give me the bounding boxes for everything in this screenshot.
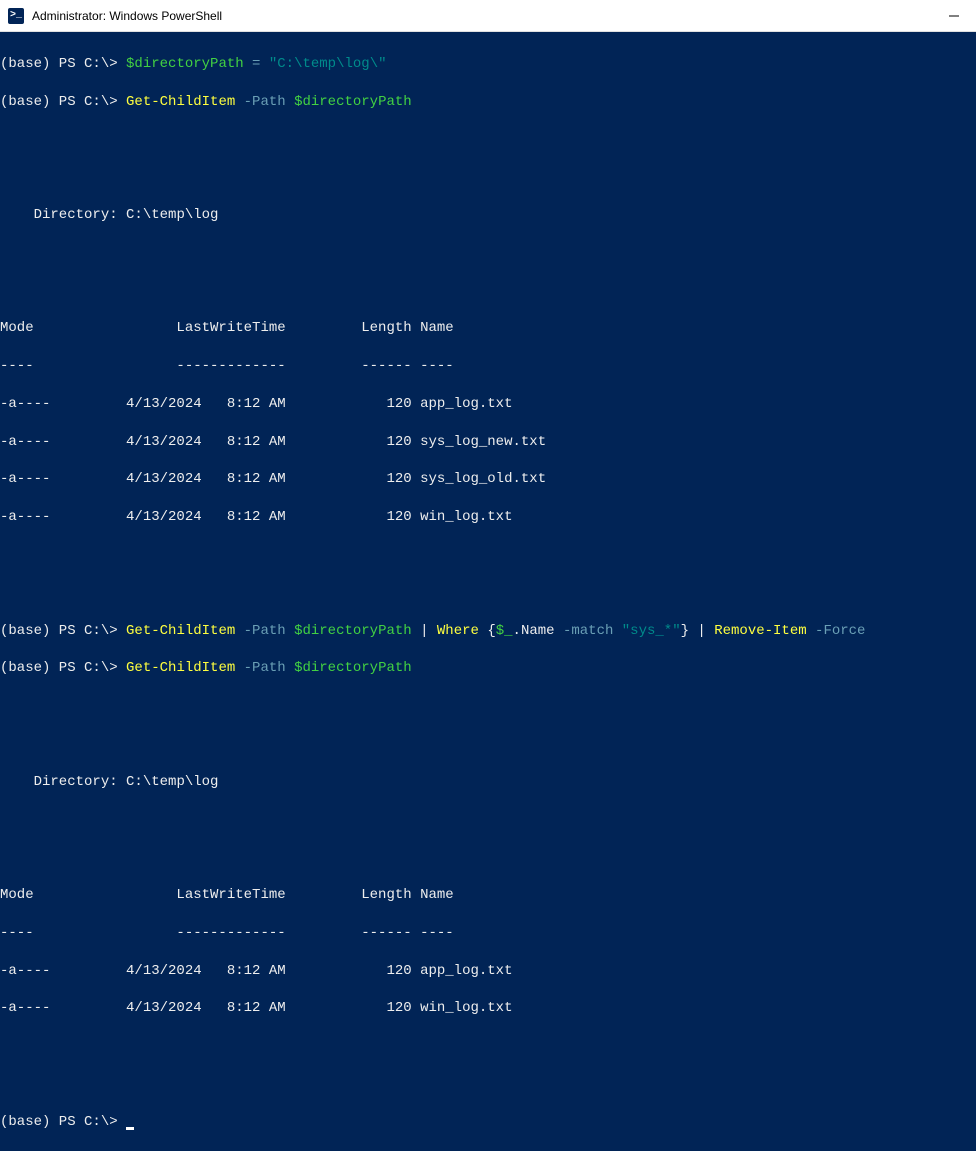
string-literal: "sys_*" <box>622 623 681 639</box>
variable: $directoryPath <box>294 94 412 110</box>
table-rule: ---- ------------- ------ ---- <box>0 924 976 943</box>
directory-path: C:\temp\log <box>126 774 218 790</box>
pipe: | <box>412 623 437 639</box>
brace: { <box>479 623 496 639</box>
cmdlet: Remove-Item <box>714 623 806 639</box>
table-row: -a---- 4/13/2024 8:12 AM 120 win_log.txt <box>0 508 976 527</box>
table-row: -a---- 4/13/2024 8:12 AM 120 app_log.txt <box>0 395 976 414</box>
directory-label: Directory: <box>0 774 126 790</box>
directory-path: C:\temp\log <box>126 207 218 223</box>
operator: = <box>244 56 269 72</box>
parameter: -Force <box>807 623 866 639</box>
cmdlet: Get-ChildItem <box>126 623 235 639</box>
blank-line <box>0 735 976 754</box>
table-row: -a---- 4/13/2024 8:12 AM 120 win_log.txt <box>0 999 976 1018</box>
blank-line <box>0 168 976 187</box>
window-title: Administrator: Windows PowerShell <box>32 9 222 23</box>
blank-line <box>0 1075 976 1094</box>
blank-line <box>0 282 976 301</box>
prompt-line[interactable]: (base) PS C:\> <box>0 1113 976 1132</box>
blank-line <box>0 697 976 716</box>
blank-line <box>0 130 976 149</box>
table-row: -a---- 4/13/2024 8:12 AM 120 sys_log_old… <box>0 470 976 489</box>
command-line: (base) PS C:\> Get-ChildItem -Path $dire… <box>0 659 976 678</box>
prompt: (base) PS C:\> <box>0 623 126 639</box>
table-rule: ---- ------------- ------ ---- <box>0 357 976 376</box>
window-titlebar: >_ Administrator: Windows PowerShell <box>0 0 976 32</box>
property: .Name <box>513 623 555 639</box>
table-row: -a---- 4/13/2024 8:12 AM 120 sys_log_new… <box>0 433 976 452</box>
table-row: -a---- 4/13/2024 8:12 AM 120 app_log.txt <box>0 962 976 981</box>
cmdlet: Get-ChildItem <box>126 94 235 110</box>
prompt: (base) PS C:\> <box>0 56 126 72</box>
parameter: -Path <box>235 660 294 676</box>
blank-line <box>0 584 976 603</box>
parameter: -Path <box>235 94 294 110</box>
blank-line <box>0 848 976 867</box>
titlebar-controls <box>948 10 968 22</box>
table-header: Mode LastWriteTime Length Name <box>0 886 976 905</box>
directory-label: Directory: <box>0 207 126 223</box>
string-literal: "C:\temp\log\" <box>269 56 387 72</box>
directory-header: Directory: C:\temp\log <box>0 773 976 792</box>
brace: } <box>681 623 689 639</box>
operator: -match <box>555 623 622 639</box>
blank-line <box>0 244 976 263</box>
table-header: Mode LastWriteTime Length Name <box>0 319 976 338</box>
minimize-button[interactable] <box>948 10 960 22</box>
command-line: (base) PS C:\> Get-ChildItem -Path $dire… <box>0 93 976 112</box>
terminal-output[interactable]: (base) PS C:\> $directoryPath = "C:\temp… <box>0 32 976 1151</box>
command-line: (base) PS C:\> Get-ChildItem -Path $dire… <box>0 622 976 641</box>
powershell-icon: >_ <box>8 8 24 24</box>
prompt: (base) PS C:\> <box>0 1114 126 1130</box>
pipe: | <box>689 623 714 639</box>
parameter: -Path <box>235 623 294 639</box>
variable: $directoryPath <box>294 660 412 676</box>
prompt: (base) PS C:\> <box>0 94 126 110</box>
variable: $directoryPath <box>126 56 244 72</box>
powershell-icon-glyph: >_ <box>10 10 22 21</box>
blank-line <box>0 1037 976 1056</box>
directory-header: Directory: C:\temp\log <box>0 206 976 225</box>
titlebar-left: >_ Administrator: Windows PowerShell <box>8 8 222 24</box>
command-line: (base) PS C:\> $directoryPath = "C:\temp… <box>0 55 976 74</box>
variable: $_ <box>496 623 513 639</box>
blank-line <box>0 546 976 565</box>
prompt: (base) PS C:\> <box>0 660 126 676</box>
blank-line <box>0 811 976 830</box>
variable: $directoryPath <box>294 623 412 639</box>
cmdlet: Where <box>437 623 479 639</box>
cmdlet: Get-ChildItem <box>126 660 235 676</box>
cursor <box>126 1127 134 1130</box>
